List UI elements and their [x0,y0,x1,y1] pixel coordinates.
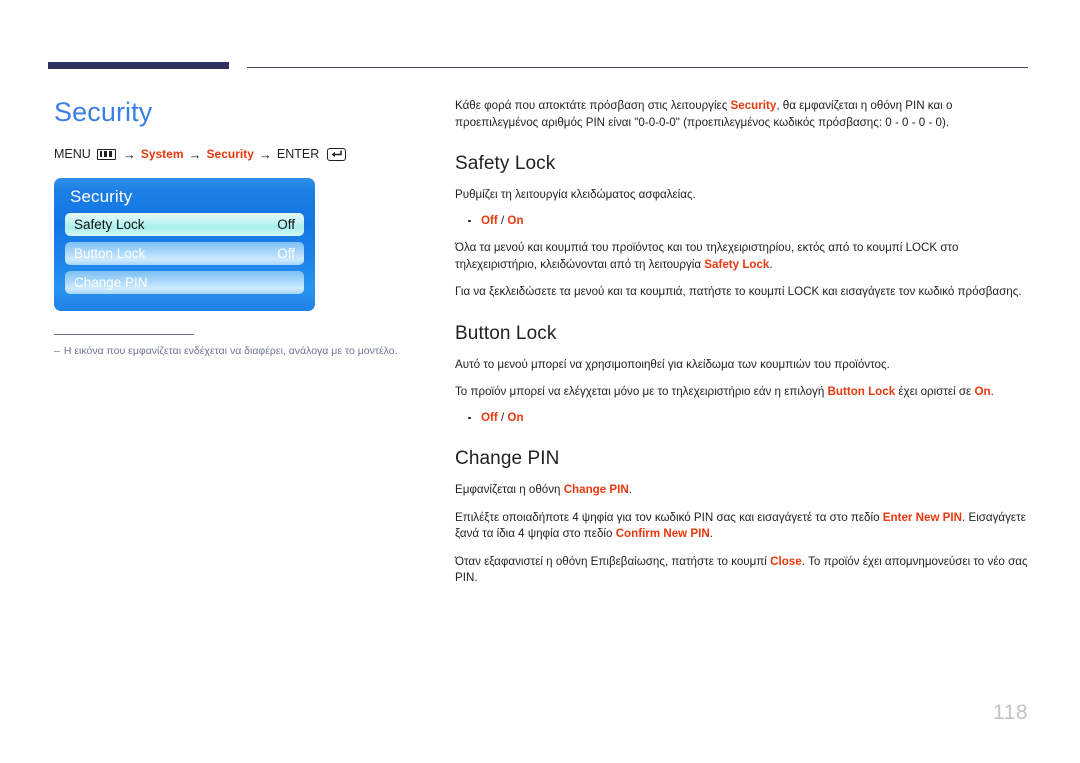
button-lock-highlight-1: Button Lock [827,385,896,398]
osd-row-value: Off [277,245,295,261]
change-pin-highlight-confirm-new-pin: Confirm New PIN [615,527,710,540]
intro-paragraph: Κάθε φορά που αποκτάτε πρόσβαση στις λει… [455,98,1028,131]
change-pin-paragraph-3: Όταν εξαφανιστεί η οθόνη Επιβεβαίωσης, π… [455,554,1028,587]
safety-lock-options: Off / On [455,213,1028,230]
change-pin-paragraph-2: Επιλέξτε οποιαδήποτε 4 ψηφία για τον κωδ… [455,510,1028,543]
breadcrumb-arrow-2: → [188,146,202,162]
header-rule [48,62,1028,76]
osd-row-label: Safety Lock [74,216,145,232]
footnote-text-line: – Η εικόνα που εμφανίζεται ενδέχεται να δ… [54,344,398,358]
change-pin-highlight-close: Close [770,554,802,568]
breadcrumb-arrow-3: → [258,146,272,162]
footnote-text: Η εικόνα που εμφανίζεται ενδέχεται να δι… [63,345,398,357]
safety-lock-paragraph-3: Για να ξεκλειδώσετε τα μενού και τα κουμ… [455,285,1022,298]
intro-highlight-security: Security [730,99,777,112]
button-lock-options: Off / On [455,410,1028,427]
osd-row-safety-lock[interactable]: Safety Lock Off [65,213,304,236]
option-separator: / [497,213,508,227]
change-pin-text-a: Εμφανίζεται η οθόνη [455,483,564,496]
change-pin-p3-a: Όταν εξαφανιστεί η οθόνη Επιβεβαίωσης, π… [455,554,771,568]
safety-lock-highlight: Safety Lock [704,257,770,271]
list-item: Off / On [466,213,1028,230]
osd-row-label: Change PIN [74,274,148,290]
intro-text-a: Κάθε φορά που αποκτάτε πρόσβαση στις λει… [455,99,731,112]
safety-lock-paragraph-1: Ρυθμίζει τη λειτουργία κλειδώματος ασφαλ… [455,188,696,201]
button-lock-text-a: Το προϊόν μπορεί να ελέγχεται μόνο με το… [455,385,828,398]
breadcrumb-step-security[interactable]: Security [207,146,254,162]
breadcrumb-menu-label: MENU [54,147,91,161]
list-item: Off / On [466,410,1028,427]
osd-security-panel: Security Safety Lock Off Button Lock Off… [54,178,315,311]
page-number: 118 [993,701,1028,724]
option-on[interactable]: On [507,411,523,424]
option-off[interactable]: Off [481,411,498,424]
osd-row-value: Off [277,216,295,232]
menu-bars-icon [96,148,116,160]
button-lock-highlight-2: On [974,385,991,398]
breadcrumb-step-system[interactable]: System [141,146,184,162]
osd-panel-title: Security [70,187,133,206]
change-pin-highlight-enter-new-pin: Enter New PIN [882,510,963,524]
option-on[interactable]: On [507,214,523,227]
change-pin-p2-a: Επιλέξτε οποιαδήποτε 4 ψηφία για τον κωδ… [455,510,883,524]
option-off[interactable]: Off [481,214,498,227]
section-heading-button-lock: Button Lock [455,322,557,344]
change-pin-text-b: . [628,483,632,496]
section-heading-change-pin: Change PIN [455,448,560,469]
header-rule-thick [48,62,229,69]
footnote-dash: – [54,345,60,357]
breadcrumb: MENU → System → Security → ENTER [54,146,426,162]
button-lock-paragraph-1: Αυτό το μενού μπορεί να χρησιμοποιηθεί γ… [455,357,890,371]
osd-row-button-lock[interactable]: Button Lock Off [65,242,304,265]
section-heading-safety-lock: Safety Lock [455,153,556,174]
page-title: Security [54,97,153,127]
option-separator: / [497,410,508,424]
breadcrumb-enter-label: ENTER [276,147,320,161]
button-lock-text-c: . [990,385,994,398]
breadcrumb-arrow-1: → [122,146,136,162]
footnote: – Η εικόνα που εμφανίζεται ενδέχεται να δ… [54,334,398,358]
button-lock-paragraph-2: Το προϊόν μπορεί να ελέγχεται μόνο με το… [455,384,1028,401]
safety-lock-text-b: . [769,257,773,271]
footnote-divider [54,334,194,335]
osd-row-label: Button Lock [74,245,146,261]
change-pin-p2-c: . [709,527,713,540]
safety-lock-paragraph-2: Όλα τα μενού και κουμπιά του προϊόντος κ… [455,240,1028,273]
right-column: Κάθε φορά που αποκτάτε πρόσβαση στις λει… [455,98,1028,598]
enter-return-icon [327,147,347,161]
change-pin-paragraph-1: Εμφανίζεται η οθόνη Change PIN. [455,482,1028,499]
left-column: Security MENU → System → Security → ENTE… [54,96,426,162]
change-pin-highlight-1: Change PIN [563,483,629,496]
button-lock-text-b: έχει οριστεί σε [895,385,975,398]
osd-row-change-pin[interactable]: Change PIN [65,271,304,294]
header-rule-thin [247,67,1028,68]
